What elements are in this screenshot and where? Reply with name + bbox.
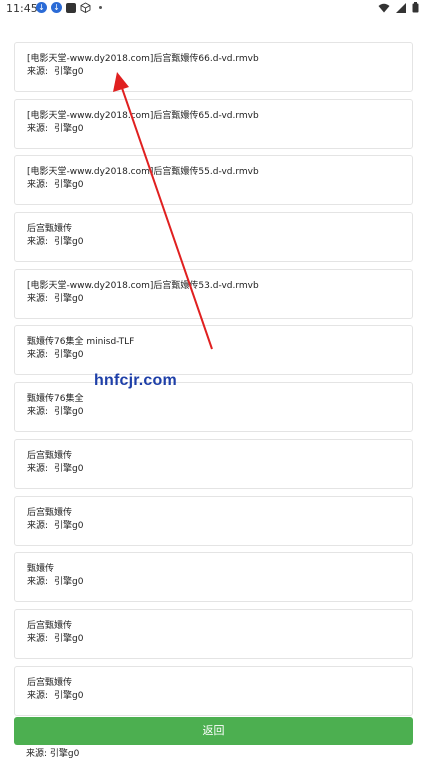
list-item-source: 来源: 引擎g0	[27, 123, 400, 136]
system-icons	[378, 2, 419, 13]
source-label: 来源:	[27, 633, 49, 644]
dot-icon	[99, 6, 102, 9]
list-item[interactable]: [电影天堂-www.dy2018.com]后宫甄嬛传53.d-vd.rmvb 来源…	[14, 268, 413, 319]
source-label: 来源:	[27, 690, 49, 701]
source-value: 引擎g0	[54, 690, 84, 701]
source-value: 引擎g0	[54, 67, 84, 77]
download-icon: ↓	[36, 2, 47, 13]
source-label: 来源:	[27, 350, 49, 361]
list-item-source: 来源: 引擎g0	[27, 236, 400, 249]
source-label: 来源:	[27, 237, 49, 248]
download-icon: ↓	[51, 2, 62, 13]
source-label: 来源:	[27, 180, 49, 191]
list-item[interactable]: 甄嬛传来源: 引擎g0	[14, 552, 413, 603]
source-value: 引擎g0	[54, 180, 84, 191]
list-item[interactable]: [电影天堂-www.dy2018.com]后宫甄嬛传65.d-vd.rmvb 来源…	[14, 98, 413, 149]
battery-icon	[412, 2, 419, 13]
notification-icons: ↓ ↓	[36, 2, 102, 13]
list-item-title: 后宫甄嬛传	[27, 507, 73, 518]
list-item-title: [电影天堂-www.dy2018.com]后宫甄嬛传65.d-vd.rmvb	[27, 110, 259, 121]
list-item-title: [电影天堂-www.dy2018.com]后宫甄嬛传66.d-vd.rmvb	[27, 54, 259, 64]
list-item[interactable]: 甄嬛传76集全 来源: 引擎g0	[14, 382, 413, 433]
list-item-source: 来源: 引擎g0	[27, 463, 400, 476]
list-item[interactable]: 后宫甄嬛传来源: 引擎g0	[14, 665, 413, 716]
list-item-source: 来源: 引擎g0	[27, 293, 400, 306]
cube-icon	[80, 2, 91, 13]
source-label: 来源:	[27, 407, 49, 418]
list-item[interactable]: [电影天堂-www.dy2018.com]后宫甄嬛传55.d-vd.rmvb 来源…	[14, 155, 413, 206]
list-item-title: 甄嬛传76集全	[27, 394, 84, 405]
source-value: 引擎g0	[54, 577, 84, 588]
list-item[interactable]: 后宫甄嬛传来源: 引擎g0	[14, 212, 413, 263]
list-item-source: 来源: 引擎g0	[27, 179, 400, 192]
list-item[interactable]: [电影天堂-www.dy2018.com]后宫甄嬛传66.d-vd.rmvb 来源…	[14, 42, 413, 92]
list-item-source: 来源: 引擎g0	[27, 576, 400, 589]
source-value: 引擎g0	[54, 237, 84, 248]
list-item-title: 后宫甄嬛传	[27, 620, 73, 631]
source-label: 来源:	[27, 577, 49, 588]
source-label: 来源:	[27, 463, 49, 474]
source-label: 来源:	[27, 123, 49, 134]
trailing-source-text: 来源: 引擎g0	[26, 749, 80, 759]
result-list: [电影天堂-www.dy2018.com]后宫甄嬛传66.d-vd.rmvb 来源…	[14, 42, 413, 722]
status-bar: 11:45 ↓ ↓	[0, 0, 427, 18]
source-value: 引擎g0	[54, 407, 84, 418]
list-item[interactable]: 后宫甄嬛传来源: 引擎g0	[14, 608, 413, 659]
source-value: 引擎g0	[54, 520, 84, 531]
list-item-source: 来源: 引擎g0	[27, 520, 400, 533]
list-item-source: 来源: 引擎g0	[27, 349, 400, 362]
list-item-source: 来源: 引擎g0	[27, 406, 400, 419]
list-item-title: 后宫甄嬛传	[27, 450, 73, 461]
list-item[interactable]: 甄嬛传76集全 minisd-TLF 来源: 引擎g0	[14, 325, 413, 376]
list-item-title: 甄嬛传76集全 minisd-TLF	[27, 337, 135, 348]
source-value: 引擎g0	[54, 463, 84, 474]
list-item-source: 来源: 引擎g0	[27, 66, 400, 79]
list-item-title: [电影天堂-www.dy2018.com]后宫甄嬛传53.d-vd.rmvb	[27, 280, 259, 291]
source-label: 来源:	[27, 67, 49, 77]
square-app-icon	[66, 2, 76, 13]
signal-icon	[396, 2, 406, 13]
status-time: 11:45	[6, 2, 38, 15]
list-item-title: 后宫甄嬛传	[27, 224, 73, 235]
wifi-icon	[378, 3, 390, 12]
list-item[interactable]: 后宫甄嬛传来源: 引擎g0	[14, 495, 413, 546]
list-item-title: 后宫甄嬛传	[27, 677, 73, 688]
list-item-title: [电影天堂-www.dy2018.com]后宫甄嬛传55.d-vd.rmvb	[27, 167, 259, 178]
list-item[interactable]: 后宫甄嬛传来源: 引擎g0	[14, 438, 413, 489]
source-label: 来源:	[27, 520, 49, 531]
source-value: 引擎g0	[54, 350, 84, 361]
list-item-source: 来源: 引擎g0	[27, 690, 400, 703]
watermark-text: hnfcjr.com	[94, 372, 177, 389]
source-value: 引擎g0	[54, 293, 84, 304]
source-value: 引擎g0	[54, 633, 84, 644]
source-label: 来源:	[27, 293, 49, 304]
list-item-title: 甄嬛传	[27, 564, 55, 575]
list-item-source: 来源: 引擎g0	[27, 633, 400, 646]
back-button[interactable]: 返回	[14, 717, 413, 745]
source-value: 引擎g0	[54, 123, 84, 134]
